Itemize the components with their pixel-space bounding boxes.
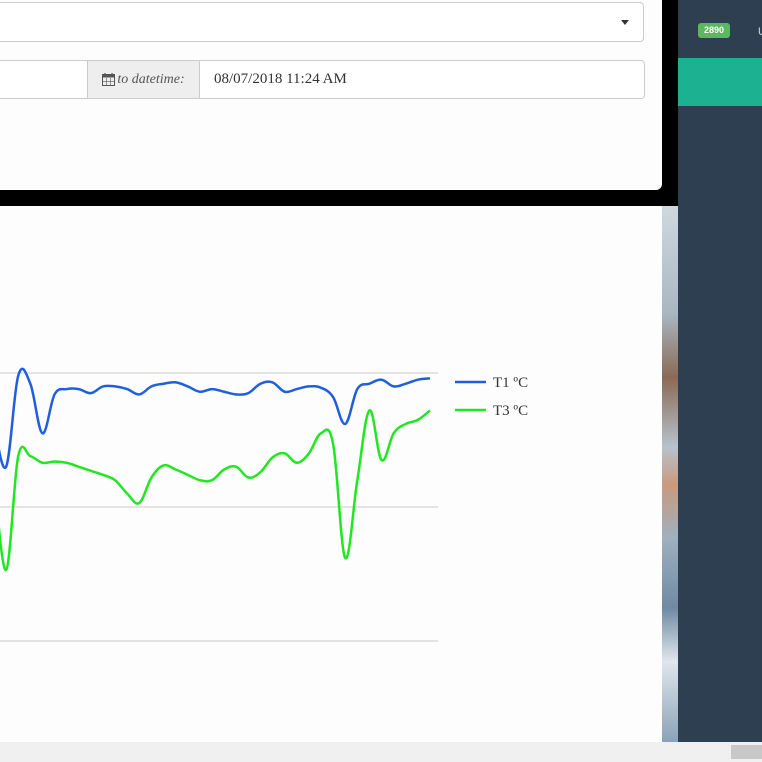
caret-down-icon: [621, 20, 629, 25]
sidebar-active-item[interactable]: [678, 58, 762, 106]
device-select[interactable]: [0, 2, 644, 42]
temperature-chart: T1 ºC T3 ºC: [0, 367, 528, 642]
legend-label-1[interactable]: T3 ºC: [493, 403, 528, 419]
legend-label-0[interactable]: T1 ºC: [493, 375, 528, 391]
calendar-icon: [102, 73, 116, 86]
series-line-t3[interactable]: [0, 409, 431, 572]
datetime-range-row: to datetime: 08/07/2018 11:24 AM: [0, 60, 645, 99]
background-photo: [662, 206, 678, 742]
filter-panel: to datetime: 08/07/2018 11:24 AM: [0, 0, 662, 190]
scrollbar-thumb[interactable]: [731, 745, 762, 759]
header-divider: [662, 18, 678, 33]
right-sidebar: 2890 U: [678, 0, 762, 742]
to-datetime-addon: to datetime:: [87, 61, 200, 98]
from-datetime-field[interactable]: [0, 61, 87, 98]
sidebar-user-text[interactable]: U: [758, 26, 762, 38]
chart-panel: T1 ºC T3 ºC: [0, 206, 662, 742]
to-datetime-input[interactable]: 08/07/2018 11:24 AM: [214, 61, 347, 98]
horizontal-scrollbar[interactable]: [0, 742, 762, 762]
to-datetime-label: to datetime:: [117, 71, 185, 87]
notification-badge[interactable]: 2890: [698, 23, 731, 38]
